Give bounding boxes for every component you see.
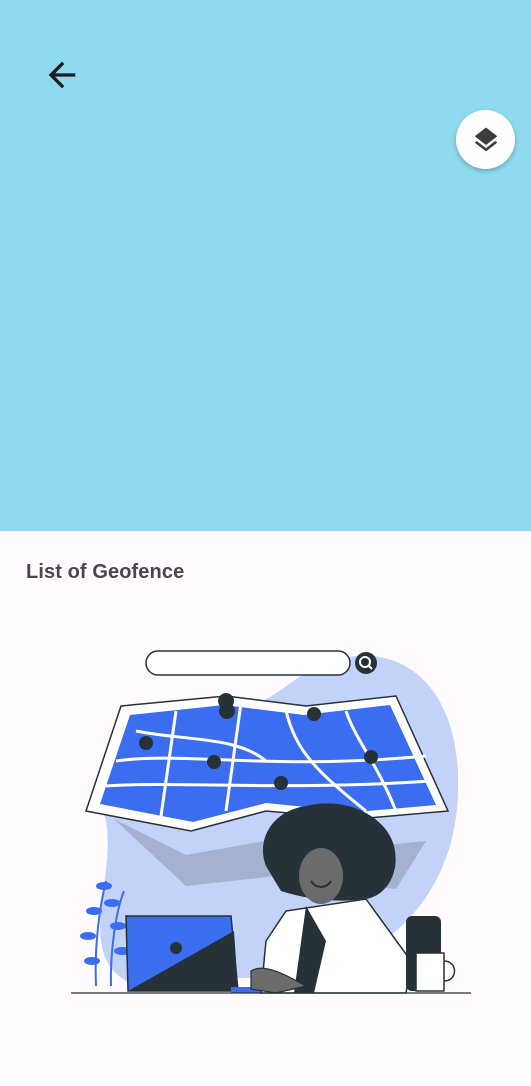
- geofence-list-sheet: List of Geofence: [0, 531, 531, 1086]
- map-layers-button[interactable]: [456, 110, 515, 169]
- empty-state-illustration: [71, 650, 471, 994]
- sheet-title: List of Geofence: [26, 561, 185, 583]
- back-button[interactable]: [36, 52, 88, 98]
- layers-icon: [474, 127, 497, 151]
- map-view[interactable]: [0, 0, 531, 531]
- arrow-left-icon: [48, 61, 76, 89]
